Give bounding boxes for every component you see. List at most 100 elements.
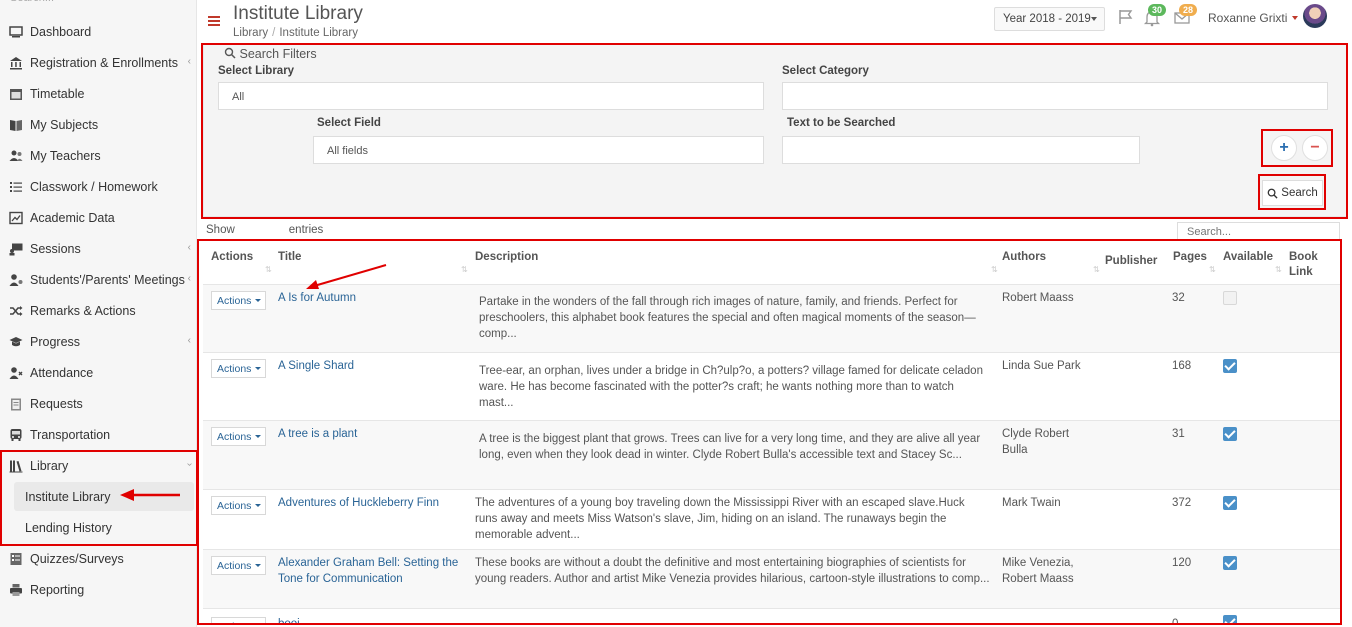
row-actions-label: Actions: [217, 294, 252, 307]
row-actions-button[interactable]: Actions: [211, 359, 266, 378]
sidebar-item-label: Requests: [30, 396, 83, 411]
sidebar-item-classwork[interactable]: Classwork / Homework: [0, 171, 197, 202]
sidebar-item-transportation[interactable]: Transportation: [0, 419, 197, 450]
sidebar-item-label: My Teachers: [30, 148, 101, 163]
sidebar-item-requests[interactable]: Requests: [0, 388, 197, 419]
sidebar-item-my-subjects[interactable]: My Subjects: [0, 109, 197, 140]
user-name[interactable]: Roxanne Grixti: [1208, 11, 1287, 25]
column-header-pages[interactable]: Pages: [1173, 250, 1207, 265]
caret-down-icon[interactable]: [1292, 16, 1298, 20]
book-title-link[interactable]: A Is for Autumn: [278, 290, 463, 306]
row-actions-label: Actions: [217, 430, 252, 443]
breadcrumb-item-library[interactable]: Library: [233, 27, 268, 39]
book-pages: 32: [1172, 292, 1185, 304]
search-icon: [224, 47, 236, 59]
notifications-badge: 30: [1148, 4, 1167, 16]
available-checkbox[interactable]: [1223, 359, 1237, 373]
user-x-icon: [8, 366, 24, 380]
sidebar-item-timetable[interactable]: Timetable: [0, 78, 197, 109]
text-to-search-input[interactable]: [782, 136, 1140, 164]
sidebar-subitem-lending-history[interactable]: Lending History: [14, 513, 194, 542]
sidebar-item-label: Sessions: [30, 241, 81, 256]
table-row: Actions Alexander Graham Bell: Setting t…: [203, 549, 1340, 608]
sidebar-item-label: Remarks & Actions: [30, 303, 136, 318]
year-select[interactable]: Year 2018 - 2019: [994, 7, 1105, 31]
remove-filter-button[interactable]: −: [1302, 135, 1328, 161]
available-checkbox[interactable]: [1223, 496, 1237, 510]
available-checkbox[interactable]: [1223, 291, 1237, 305]
row-actions-button[interactable]: Actions: [211, 617, 266, 623]
row-actions-label: Actions: [217, 499, 252, 512]
search-filters-legend-text: Search Filters: [239, 47, 317, 61]
search-button[interactable]: Search: [1262, 180, 1323, 206]
caret-down-icon: [255, 435, 262, 438]
book-title-link[interactable]: booi: [278, 616, 463, 623]
sort-icon[interactable]: ⇅: [1275, 265, 1282, 274]
book-pages: 120: [1172, 557, 1192, 569]
sidebar-subitem-institute-library[interactable]: Institute Library: [14, 482, 194, 511]
book-title-link[interactable]: Adventures of Huckleberry Finn: [278, 495, 463, 511]
row-actions-label: Actions: [217, 559, 252, 572]
column-header-book-link[interactable]: Book Link: [1289, 250, 1323, 280]
flag-icon[interactable]: [1117, 8, 1135, 26]
sidebar-item-registration[interactable]: Registration & Enrollments ‹: [0, 47, 197, 78]
book-pages: 0: [1172, 616, 1178, 623]
avatar[interactable]: [1303, 4, 1327, 28]
entries-label: entries: [288, 224, 324, 236]
column-header-authors[interactable]: Authors: [1002, 250, 1046, 265]
year-select-value: Year 2018 - 2019: [1003, 13, 1091, 25]
column-header-publisher[interactable]: Publisher: [1105, 254, 1157, 269]
available-checkbox[interactable]: [1223, 427, 1237, 441]
select-field-dropdown[interactable]: All fields: [313, 136, 764, 164]
row-actions-button[interactable]: Actions: [211, 427, 266, 446]
sidebar-item-sessions[interactable]: Sessions ‹: [0, 233, 197, 264]
sidebar-item-attendance[interactable]: Attendance: [0, 357, 197, 388]
sidebar-item-progress[interactable]: Progress ‹: [0, 326, 197, 357]
row-actions-button[interactable]: Actions: [211, 291, 266, 310]
sort-icon[interactable]: ⇅: [991, 265, 998, 274]
hamburger-menu-icon[interactable]: [208, 14, 222, 28]
sidebar-item-label: Attendance: [30, 365, 94, 380]
select-category-dropdown[interactable]: [782, 82, 1328, 110]
sidebar-item-meetings[interactable]: Students'/Parents' Meetings ‹: [0, 264, 197, 295]
sort-icon[interactable]: ⇅: [1093, 265, 1100, 274]
chevron-left-icon: ‹: [187, 273, 191, 284]
sidebar-item-reporting[interactable]: Reporting: [0, 574, 197, 605]
column-header-actions[interactable]: Actions: [211, 250, 253, 265]
sort-icon[interactable]: ⇅: [1209, 265, 1216, 274]
sidebar-item-library[interactable]: Library ‹: [0, 450, 197, 481]
select-library-label: Select Library: [218, 65, 295, 77]
sidebar-item-quizzes[interactable]: Quizzes/Surveys: [0, 543, 197, 574]
book-title-link[interactable]: A Single Shard: [278, 358, 463, 374]
row-actions-label: Actions: [217, 621, 251, 624]
table-row: Actions A tree is a plant A tree is the …: [203, 420, 1340, 489]
sidebar-item-academic-data[interactable]: Academic Data: [0, 202, 197, 233]
select-library-dropdown[interactable]: All: [218, 82, 764, 110]
book-description: These books are without a doubt the defi…: [475, 557, 990, 585]
column-header-description[interactable]: Description: [475, 250, 538, 265]
book-title-link[interactable]: Alexander Graham Bell: Setting the Tone …: [278, 555, 468, 587]
meeting-icon: [8, 273, 24, 287]
printer-icon: [8, 583, 24, 597]
column-header-title[interactable]: Title: [278, 250, 301, 265]
presentation-icon: [8, 242, 24, 256]
available-checkbox[interactable]: [1223, 615, 1237, 623]
sidebar-item-label: Transportation: [30, 427, 111, 442]
monitor-icon: [8, 25, 24, 39]
bus-icon: [8, 428, 24, 442]
sidebar-item-my-teachers[interactable]: My Teachers: [0, 140, 197, 171]
sort-icon[interactable]: ⇅: [461, 265, 468, 274]
column-header-available[interactable]: Available: [1223, 250, 1273, 265]
table-search-input[interactable]: [1177, 222, 1340, 241]
sidebar-item-dashboard[interactable]: Dashboard: [0, 16, 197, 47]
available-checkbox[interactable]: [1223, 556, 1237, 570]
add-filter-button[interactable]: +: [1271, 135, 1297, 161]
row-actions-button[interactable]: Actions: [211, 496, 266, 515]
sidebar-item-remarks[interactable]: Remarks & Actions: [0, 295, 197, 326]
list-icon: [8, 180, 24, 194]
book-title-link[interactable]: A tree is a plant: [278, 426, 463, 442]
sidebar-item-label: Timetable: [30, 86, 85, 101]
row-actions-button[interactable]: Actions: [211, 556, 266, 575]
sort-icon[interactable]: ⇅: [265, 265, 272, 274]
select-field-label: Select Field: [317, 117, 381, 129]
